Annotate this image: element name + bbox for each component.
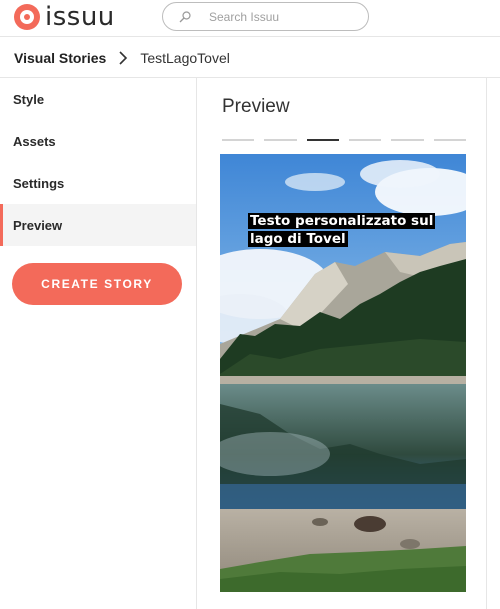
create-story-button[interactable]: CREATE STORY — [12, 263, 182, 305]
preview-panel: Preview Testo personalizzato sul lago di… — [198, 78, 500, 609]
issuu-logo[interactable]: issuu — [14, 3, 115, 31]
progress-segment — [306, 139, 339, 141]
sidebar-item-label: Preview — [13, 217, 63, 233]
sidebar-item-label: Style — [13, 91, 45, 107]
logo-text: issuu — [45, 2, 115, 32]
breadcrumb-current: TestLagoTovel — [140, 49, 230, 66]
progress-segment — [264, 139, 297, 141]
top-header: issuu — [0, 0, 500, 37]
search-input[interactable] — [209, 8, 359, 26]
breadcrumb: Visual Stories TestLagoTovel — [0, 38, 500, 78]
progress-segment — [222, 139, 255, 141]
sidebar: Style Assets Settings Preview CREATE STO… — [0, 78, 197, 609]
sidebar-item-label: Assets — [13, 133, 56, 149]
search-icon — [179, 11, 191, 23]
sidebar-item-preview[interactable]: Preview — [0, 204, 196, 246]
sidebar-item-settings[interactable]: Settings — [0, 162, 196, 204]
sidebar-item-assets[interactable]: Assets — [0, 120, 196, 162]
story-progress — [222, 139, 466, 142]
sidebar-item-label: Settings — [13, 175, 65, 191]
panel-divider — [486, 78, 487, 609]
story-caption: Testo personalizzato sul lago di Tovel — [248, 212, 448, 248]
sidebar-item-style[interactable]: Style — [0, 78, 196, 120]
story-preview[interactable]: Testo personalizzato sul lago di Tovel — [220, 154, 466, 592]
progress-segment — [349, 139, 382, 141]
progress-segment — [391, 139, 424, 141]
breadcrumb-visual-stories[interactable]: Visual Stories — [14, 50, 106, 66]
story-caption-text: Testo personalizzato sul lago di Tovel — [248, 213, 436, 247]
issuu-logo-icon — [14, 4, 40, 30]
search-box[interactable] — [162, 2, 369, 31]
progress-segment — [433, 139, 466, 141]
chevron-right-icon — [119, 50, 128, 65]
page-title: Preview — [222, 96, 290, 117]
